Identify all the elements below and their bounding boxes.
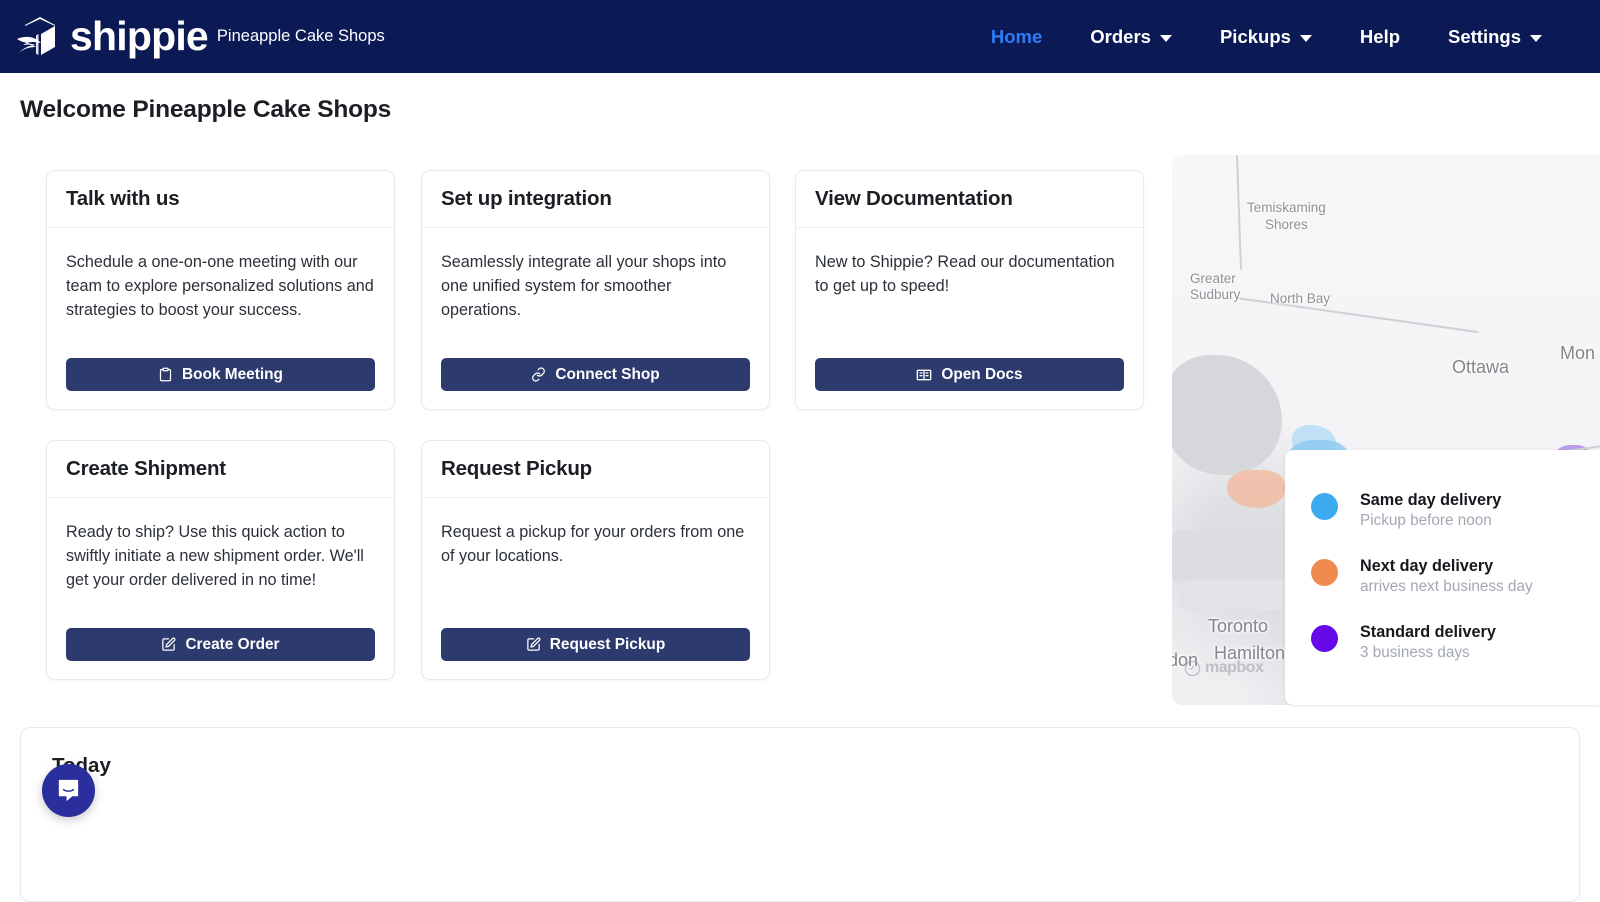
nav-item-pickups-label: Pickups [1220, 26, 1291, 48]
legend-item-standard: Standard delivery 3 business days [1311, 622, 1600, 664]
legend-sub-standard: 3 business days [1360, 644, 1470, 661]
card-title: Talk with us [66, 187, 179, 211]
connect-shop-button[interactable]: Connect Shop [441, 358, 750, 391]
card-header: Talk with us [47, 171, 394, 228]
chevron-down-icon [1530, 35, 1542, 42]
card-header: Set up integration [422, 171, 769, 228]
legend-sub-same-day: Pickup before noon [1360, 512, 1492, 529]
card-body: New to Shippie? Read our documentation t… [796, 228, 1143, 409]
today-panel: Today [20, 727, 1580, 902]
card-description: New to Shippie? Read our documentation t… [815, 250, 1124, 298]
card-description: Schedule a one-on-one meeting with our t… [66, 250, 375, 322]
chevron-down-icon [1300, 35, 1312, 42]
create-order-button[interactable]: Create Order [66, 628, 375, 661]
connect-shop-button-label: Connect Shop [555, 366, 659, 384]
create-order-button-label: Create Order [185, 636, 279, 654]
legend-item-next-day: Next day delivery arrives next business … [1311, 556, 1600, 598]
map-label-temiskaming: Temiskaming [1247, 200, 1326, 215]
mapbox-attribution-label: mapbox [1205, 659, 1263, 677]
nav-item-help-label: Help [1360, 26, 1400, 48]
card-request-pickup: Request Pickup Request a pickup for your… [421, 440, 770, 680]
delivery-legend-panel: Same day delivery Pickup before noon Nex… [1285, 450, 1600, 705]
nav-item-home[interactable]: Home [967, 16, 1066, 58]
map-label-ottawa: Ottawa [1452, 357, 1509, 378]
nav-item-orders[interactable]: Orders [1066, 16, 1196, 58]
card-body: Seamlessly integrate all your shops into… [422, 228, 769, 409]
map-label-shores: Shores [1265, 217, 1308, 232]
book-icon [916, 367, 932, 383]
chevron-down-icon [1160, 35, 1172, 42]
brand-logo-group[interactable]: shippie Pineapple Cake Shops [0, 13, 385, 61]
map-label-sudbury: Sudbury [1190, 287, 1240, 302]
legend-label-next-day: Next day delivery [1360, 557, 1493, 575]
nav-item-orders-label: Orders [1090, 26, 1151, 48]
square-pen-icon [526, 637, 541, 652]
map-label-greater: Greater [1190, 271, 1236, 286]
card-description: Seamlessly integrate all your shops into… [441, 250, 750, 322]
card-description: Request a pickup for your orders from on… [441, 520, 750, 568]
legend-label-standard: Standard delivery [1360, 623, 1496, 641]
square-pen-icon [161, 637, 176, 652]
nav-item-pickups[interactable]: Pickups [1196, 16, 1336, 58]
card-view-documentation: View Documentation New to Shippie? Read … [795, 170, 1144, 410]
legend-item-same-day: Same day delivery Pickup before noon [1311, 490, 1600, 532]
card-talk-with-us: Talk with us Schedule a one-on-one meeti… [46, 170, 395, 410]
open-docs-button-label: Open Docs [941, 366, 1022, 384]
shippie-box-swoosh-logo [14, 13, 68, 61]
legend-sub-next-day: arrives next business day [1360, 578, 1533, 595]
legend-dot-same-day [1311, 493, 1338, 520]
card-header: View Documentation [796, 171, 1143, 228]
mapbox-icon [1184, 660, 1201, 677]
nav-item-settings-label: Settings [1448, 26, 1521, 48]
open-docs-button[interactable]: Open Docs [815, 358, 1124, 391]
card-title: Request Pickup [441, 457, 592, 481]
map-label-toronto: Toronto [1208, 616, 1268, 637]
book-meeting-button[interactable]: Book Meeting [66, 358, 375, 391]
nav-item-home-label: Home [991, 26, 1042, 48]
request-pickup-button-label: Request Pickup [550, 636, 665, 654]
top-navigation-bar: shippie Pineapple Cake Shops Home Orders… [0, 0, 1600, 73]
card-body: Ready to ship? Use this quick action to … [47, 498, 394, 679]
map-label-montreal: Mon [1560, 343, 1595, 364]
mapbox-attribution[interactable]: mapbox [1184, 659, 1263, 677]
brand-wordmark: shippie [70, 16, 208, 57]
card-title: Create Shipment [66, 457, 226, 481]
chat-bubble-icon [55, 777, 82, 804]
page-title: Welcome Pineapple Cake Shops [20, 96, 391, 124]
link-chain-icon [531, 367, 546, 382]
chat-launcher-button[interactable] [42, 764, 95, 817]
card-description: Ready to ship? Use this quick action to … [66, 520, 375, 592]
request-pickup-button[interactable]: Request Pickup [441, 628, 750, 661]
card-title: View Documentation [815, 187, 1013, 211]
legend-dot-standard [1311, 625, 1338, 652]
card-header: Request Pickup [422, 441, 769, 498]
book-meeting-button-label: Book Meeting [182, 366, 283, 384]
map-label-north-bay: North Bay [1270, 291, 1330, 306]
main-nav: Home Orders Pickups Help Settings [967, 16, 1600, 58]
nav-item-help[interactable]: Help [1336, 16, 1424, 58]
card-body: Schedule a one-on-one meeting with our t… [47, 228, 394, 409]
card-title: Set up integration [441, 187, 612, 211]
card-set-up-integration: Set up integration Seamlessly integrate … [421, 170, 770, 410]
card-header: Create Shipment [47, 441, 394, 498]
legend-dot-next-day [1311, 559, 1338, 586]
legend-label-same-day: Same day delivery [1360, 491, 1501, 509]
card-body: Request a pickup for your orders from on… [422, 498, 769, 679]
card-create-shipment: Create Shipment Ready to ship? Use this … [46, 440, 395, 680]
shop-name-label: Pineapple Cake Shops [217, 27, 385, 47]
nav-item-settings[interactable]: Settings [1424, 16, 1566, 58]
map-urban-hamilton [1227, 470, 1285, 508]
clipboard-icon [158, 367, 173, 382]
